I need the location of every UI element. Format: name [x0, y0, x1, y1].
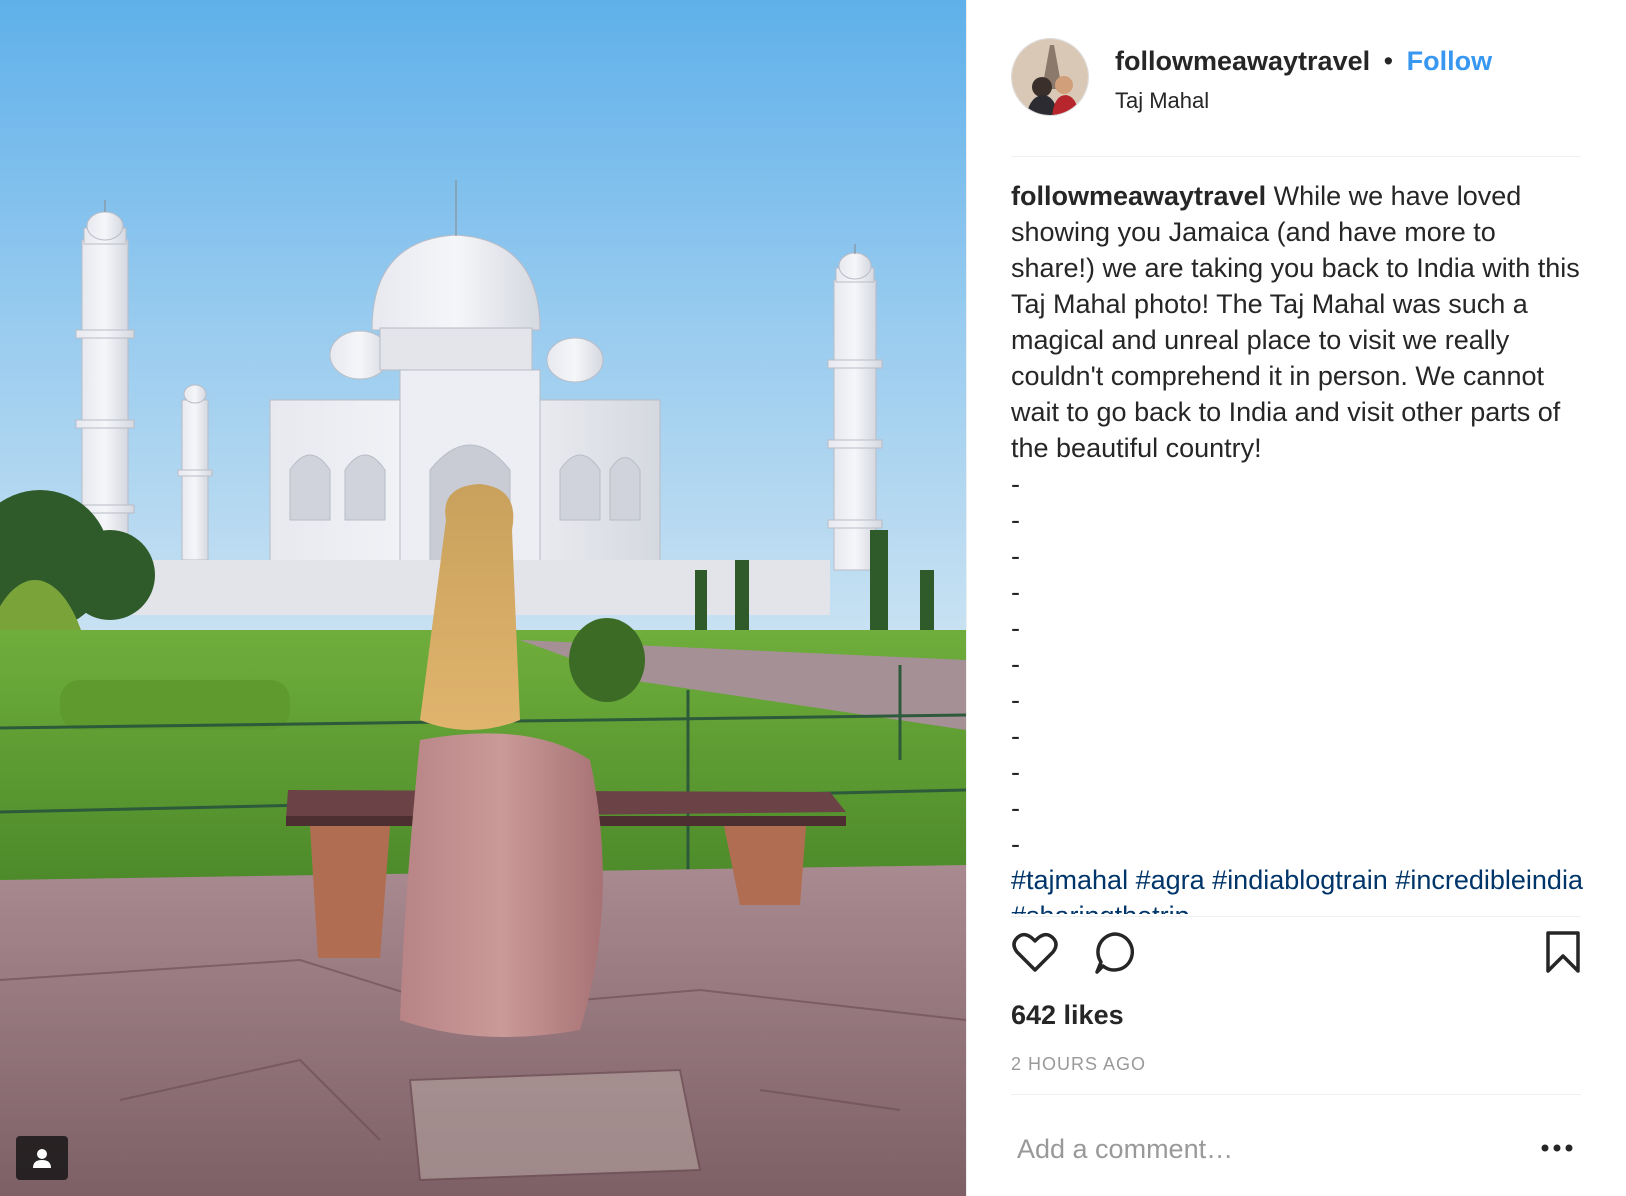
hashtag-link[interactable]: #indiablogtrain	[1212, 865, 1388, 895]
separator-dot: •	[1383, 46, 1394, 76]
comment-input[interactable]	[1015, 1128, 1499, 1170]
minaret-right	[827, 244, 883, 571]
hashtag-link[interactable]: #sharingthetrip	[1011, 901, 1190, 914]
comment-divider	[1011, 1094, 1581, 1095]
caption-dash: -	[1011, 793, 1020, 823]
caption: followmeawaytravel While we have loved s…	[1011, 178, 1585, 914]
hashtags: #tajmahal #agra #indiablogtrain #incredi…	[1011, 865, 1583, 914]
user-tag-icon[interactable]	[16, 1136, 68, 1180]
post-photo[interactable]	[0, 0, 966, 1196]
shrub	[569, 618, 645, 702]
hashtag-link[interactable]: #agra	[1136, 865, 1205, 895]
bookmark-icon[interactable]	[1545, 930, 1581, 974]
username-link[interactable]: followmeawaytravel	[1115, 46, 1370, 76]
speech-bubble-icon[interactable]	[1093, 930, 1139, 976]
minaret-left	[75, 200, 135, 561]
caption-text: While we have loved showing you Jamaica …	[1011, 181, 1580, 463]
taj-mahal-photo	[0, 0, 966, 1196]
hashtag-link[interactable]: #incredibleindia	[1395, 865, 1583, 895]
minaret-left-small	[177, 384, 213, 561]
avatar[interactable]	[1011, 38, 1089, 116]
caption-dash: -	[1011, 685, 1020, 715]
likes-count[interactable]: 642 likes	[1011, 1000, 1124, 1031]
caption-dash: -	[1011, 469, 1020, 499]
caption-dash: -	[1011, 829, 1020, 859]
caption-dash: -	[1011, 505, 1020, 535]
caption-dash: -	[1011, 577, 1020, 607]
action-bar	[1011, 930, 1581, 986]
caption-divider	[1011, 916, 1581, 917]
caption-author-link[interactable]: followmeawaytravel	[1011, 181, 1266, 211]
location-link[interactable]: Taj Mahal	[1115, 88, 1209, 114]
caption-dash: -	[1011, 541, 1020, 571]
post-timestamp: 2 HOURS AGO	[1011, 1054, 1147, 1074]
post-details-panel: followmeawaytravel • Follow Taj Mahal fo…	[966, 0, 1626, 1196]
hashtag-link[interactable]: #tajmahal	[1011, 865, 1128, 895]
post-header: followmeawaytravel • Follow Taj Mahal	[1011, 38, 1581, 118]
follow-button[interactable]: Follow	[1407, 46, 1492, 76]
caption-dash: -	[1011, 613, 1020, 643]
username-row: followmeawaytravel • Follow	[1115, 46, 1492, 77]
header-divider	[1011, 156, 1581, 157]
instagram-post-view: followmeawaytravel • Follow Taj Mahal fo…	[0, 0, 1626, 1196]
heart-icon[interactable]	[1011, 930, 1059, 974]
ellipsis-icon[interactable]	[1537, 1133, 1577, 1163]
caption-dash: -	[1011, 721, 1020, 751]
caption-dash: -	[1011, 757, 1020, 787]
caption-dash: -	[1011, 649, 1020, 679]
